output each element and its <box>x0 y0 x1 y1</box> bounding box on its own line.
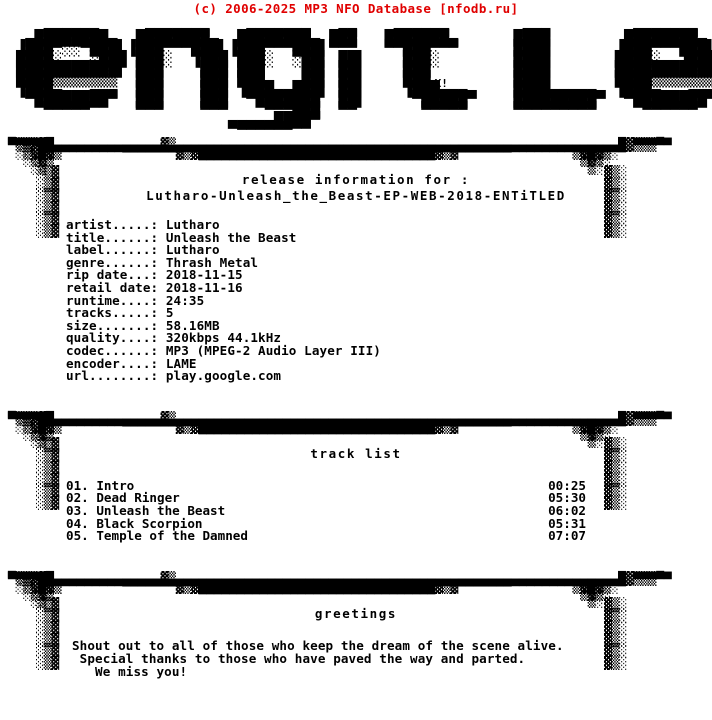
track-title: 05. Temple of the Damned <box>66 528 248 544</box>
nfodb-copyright-banner: (c) 2006-2025 MP3 NFO Database [nfodb.ru… <box>193 1 519 16</box>
rail-right-track-list: ▓▒░ ▓▒░ ▓▒░ ▓▒░ ▓▒░ ▓▒░ <box>604 437 627 511</box>
release-info-fields: artist.....: Lutharo title......: Unleas… <box>66 217 381 384</box>
rail-right-greetings: ▓▒░ ▓▒░ ▓▒░ ▓▒░ ▓▒░ ▓▒░ <box>604 597 627 671</box>
group-logo-banner: ▄▄▄▄▄▄ ▄▄▄▄▄▄▄ ▄▄▄▄▄▄▄ ▄▄ ▄▄▄▄▄▄ ▄▄▄ ▄▄▄… <box>0 19 712 140</box>
track-row: 05. Temple of the Damned 07:07 <box>66 530 586 543</box>
rail-left-track-list: ░▒▓ ░▒▓ ░▒▓ ░▒▓ ░▒▓ ░▒▓ <box>36 437 59 511</box>
ascii-artist-signature: hX! <box>428 77 448 90</box>
entitled-ascii-logo: ▄▄▄▄▄▄ ▄▄▄▄▄▄▄ ▄▄▄▄▄▄▄ ▄▄ ▄▄▄▄▄▄ ▄▄▄ ▄▄▄… <box>16 19 712 140</box>
rail-right-release-info: ▓▒░ ▓▒░ ▓▒░ ▓▒░ ▓▒░ ▓▒░ <box>604 166 627 239</box>
track-duration: 07:07 <box>548 528 586 544</box>
rail-left-greetings: ░▒▓ ░▒▓ ░▒▓ ░▒▓ ░▒▓ ░▒▓ <box>36 597 59 671</box>
track-list: 01. Intro 00:25 02. Dead Ringer 05:30 03… <box>66 479 586 543</box>
rail-left-release-info: ░▒▓ ░▒▓ ░▒▓ ░▒▓ ░▒▓ ░▒▓ <box>36 166 59 239</box>
